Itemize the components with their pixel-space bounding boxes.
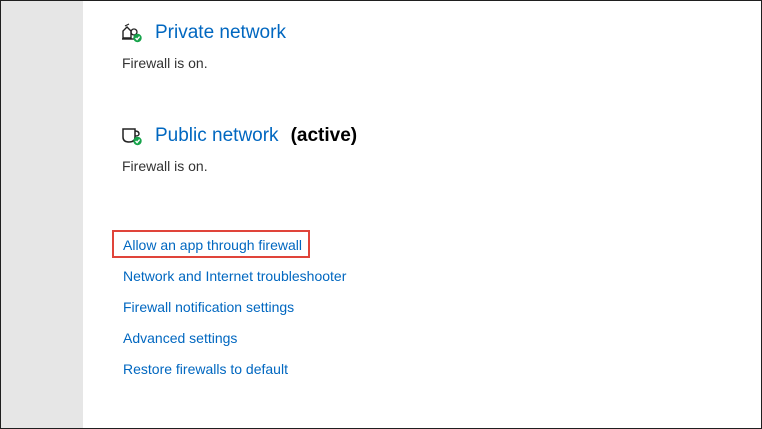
private-network-header: Private network [121,20,286,46]
public-network-status: Firewall is on. [122,158,208,174]
private-network-icon [121,22,143,44]
network-troubleshooter-link[interactable]: Network and Internet troubleshooter [123,266,346,297]
firewall-settings-window: Private network Firewall is on. Public n… [0,0,762,429]
private-network-status: Firewall is on. [122,55,208,71]
public-network-header: Public network (active) [121,123,357,149]
allow-app-link[interactable]: Allow an app through firewall [123,235,346,266]
restore-firewalls-default-link[interactable]: Restore firewalls to default [123,359,346,390]
main-content: Private network Firewall is on. Public n… [83,1,761,428]
side-pane [1,1,83,428]
firewall-notification-settings-link[interactable]: Firewall notification settings [123,297,346,328]
active-label: (active) [290,125,358,146]
public-network-title[interactable]: Public network [155,123,279,149]
public-network-icon [121,125,143,147]
related-settings-links: Allow an app through firewall Network an… [123,235,346,390]
private-network-title[interactable]: Private network [155,20,286,46]
advanced-settings-link[interactable]: Advanced settings [123,328,346,359]
